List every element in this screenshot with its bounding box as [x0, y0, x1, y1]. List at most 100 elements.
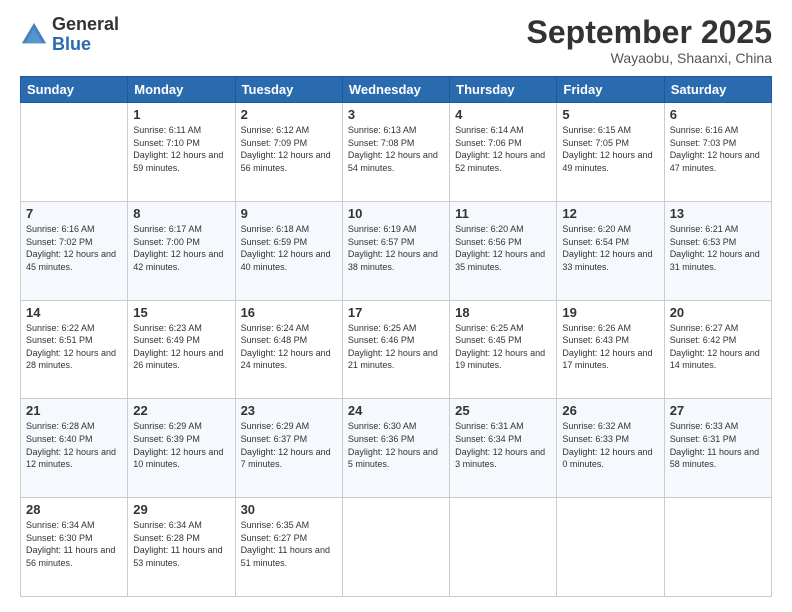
day-number: 9 — [241, 206, 337, 221]
day-info: Sunrise: 6:22 AM Sunset: 6:51 PM Dayligh… — [26, 322, 122, 372]
col-saturday: Saturday — [664, 77, 771, 103]
logo-text: General Blue — [52, 15, 119, 55]
col-friday: Friday — [557, 77, 664, 103]
calendar-cell: 10 Sunrise: 6:19 AM Sunset: 6:57 PM Dayli… — [342, 201, 449, 300]
calendar-cell: 13 Sunrise: 6:21 AM Sunset: 6:53 PM Dayli… — [664, 201, 771, 300]
calendar-header-row: Sunday Monday Tuesday Wednesday Thursday… — [21, 77, 772, 103]
calendar-cell — [450, 498, 557, 597]
header: General Blue September 2025 Wayaobu, Sha… — [20, 15, 772, 66]
calendar-cell: 15 Sunrise: 6:23 AM Sunset: 6:49 PM Dayli… — [128, 300, 235, 399]
day-number: 13 — [670, 206, 766, 221]
day-number: 25 — [455, 403, 551, 418]
day-info: Sunrise: 6:15 AM Sunset: 7:05 PM Dayligh… — [562, 124, 658, 174]
day-number: 2 — [241, 107, 337, 122]
calendar-table: Sunday Monday Tuesday Wednesday Thursday… — [20, 76, 772, 597]
calendar-cell: 14 Sunrise: 6:22 AM Sunset: 6:51 PM Dayli… — [21, 300, 128, 399]
logo-icon — [20, 21, 48, 49]
calendar-cell: 27Sunrise: 6:33 AM Sunset: 6:31 PM Dayli… — [664, 399, 771, 498]
day-info: Sunrise: 6:29 AM Sunset: 6:37 PM Dayligh… — [241, 420, 337, 470]
calendar-row-3: 14 Sunrise: 6:22 AM Sunset: 6:51 PM Dayli… — [21, 300, 772, 399]
day-number: 24 — [348, 403, 444, 418]
calendar-cell: 29 Sunrise: 6:34 AM Sunset: 6:28 PM Dayli… — [128, 498, 235, 597]
day-number: 14 — [26, 305, 122, 320]
day-info: Sunrise: 6:16 AM Sunset: 7:02 PM Dayligh… — [26, 223, 122, 273]
day-number: 1 — [133, 107, 229, 122]
day-info: Sunrise: 6:24 AM Sunset: 6:48 PM Dayligh… — [241, 322, 337, 372]
calendar-cell: 19 Sunrise: 6:26 AM Sunset: 6:43 PM Dayli… — [557, 300, 664, 399]
col-tuesday: Tuesday — [235, 77, 342, 103]
calendar-cell: 23 Sunrise: 6:29 AM Sunset: 6:37 PM Dayli… — [235, 399, 342, 498]
day-info: Sunrise: 6:23 AM Sunset: 6:49 PM Dayligh… — [133, 322, 229, 372]
day-number: 12 — [562, 206, 658, 221]
day-info: Sunrise: 6:26 AM Sunset: 6:43 PM Dayligh… — [562, 322, 658, 372]
logo-general-text: General — [52, 14, 119, 34]
calendar-cell: 18 Sunrise: 6:25 AM Sunset: 6:45 PM Dayli… — [450, 300, 557, 399]
calendar-row-2: 7 Sunrise: 6:16 AM Sunset: 7:02 PM Daylig… — [21, 201, 772, 300]
day-info: Sunrise: 6:33 AM Sunset: 6:31 PM Dayligh… — [670, 420, 766, 470]
col-monday: Monday — [128, 77, 235, 103]
day-number: 6 — [670, 107, 766, 122]
calendar-cell: 2 Sunrise: 6:12 AM Sunset: 7:09 PM Daylig… — [235, 103, 342, 202]
month-title: September 2025 — [527, 15, 772, 50]
day-info: Sunrise: 6:27 AM Sunset: 6:42 PM Dayligh… — [670, 322, 766, 372]
calendar-cell: 8 Sunrise: 6:17 AM Sunset: 7:00 PM Daylig… — [128, 201, 235, 300]
calendar-cell: 1 Sunrise: 6:11 AM Sunset: 7:10 PM Daylig… — [128, 103, 235, 202]
calendar-cell: 3Sunrise: 6:13 AM Sunset: 7:08 PM Daylig… — [342, 103, 449, 202]
calendar-cell: 17Sunrise: 6:25 AM Sunset: 6:46 PM Dayli… — [342, 300, 449, 399]
calendar-row-5: 28Sunrise: 6:34 AM Sunset: 6:30 PM Dayli… — [21, 498, 772, 597]
col-sunday: Sunday — [21, 77, 128, 103]
day-number: 3 — [348, 107, 444, 122]
day-info: Sunrise: 6:29 AM Sunset: 6:39 PM Dayligh… — [133, 420, 229, 470]
day-number: 15 — [133, 305, 229, 320]
day-info: Sunrise: 6:12 AM Sunset: 7:09 PM Dayligh… — [241, 124, 337, 174]
calendar-cell: 20 Sunrise: 6:27 AM Sunset: 6:42 PM Dayli… — [664, 300, 771, 399]
day-info: Sunrise: 6:17 AM Sunset: 7:00 PM Dayligh… — [133, 223, 229, 273]
day-number: 5 — [562, 107, 658, 122]
calendar-cell: 25Sunrise: 6:31 AM Sunset: 6:34 PM Dayli… — [450, 399, 557, 498]
day-number: 17 — [348, 305, 444, 320]
calendar-cell: 11Sunrise: 6:20 AM Sunset: 6:56 PM Dayli… — [450, 201, 557, 300]
calendar-cell — [342, 498, 449, 597]
day-number: 20 — [670, 305, 766, 320]
day-number: 19 — [562, 305, 658, 320]
day-number: 8 — [133, 206, 229, 221]
calendar-cell: 22 Sunrise: 6:29 AM Sunset: 6:39 PM Dayli… — [128, 399, 235, 498]
calendar-cell: 28Sunrise: 6:34 AM Sunset: 6:30 PM Dayli… — [21, 498, 128, 597]
day-info: Sunrise: 6:35 AM Sunset: 6:27 PM Dayligh… — [241, 519, 337, 569]
day-number: 28 — [26, 502, 122, 517]
day-info: Sunrise: 6:21 AM Sunset: 6:53 PM Dayligh… — [670, 223, 766, 273]
day-number: 22 — [133, 403, 229, 418]
calendar-cell — [21, 103, 128, 202]
calendar-cell: 16 Sunrise: 6:24 AM Sunset: 6:48 PM Dayli… — [235, 300, 342, 399]
calendar-cell — [664, 498, 771, 597]
day-number: 16 — [241, 305, 337, 320]
calendar-row-1: 1 Sunrise: 6:11 AM Sunset: 7:10 PM Daylig… — [21, 103, 772, 202]
calendar-cell: 24 Sunrise: 6:30 AM Sunset: 6:36 PM Dayli… — [342, 399, 449, 498]
calendar-cell: 21Sunrise: 6:28 AM Sunset: 6:40 PM Dayli… — [21, 399, 128, 498]
day-info: Sunrise: 6:25 AM Sunset: 6:45 PM Dayligh… — [455, 322, 551, 372]
day-info: Sunrise: 6:18 AM Sunset: 6:59 PM Dayligh… — [241, 223, 337, 273]
col-wednesday: Wednesday — [342, 77, 449, 103]
calendar-cell: 30Sunrise: 6:35 AM Sunset: 6:27 PM Dayli… — [235, 498, 342, 597]
day-number: 10 — [348, 206, 444, 221]
day-info: Sunrise: 6:19 AM Sunset: 6:57 PM Dayligh… — [348, 223, 444, 273]
day-number: 4 — [455, 107, 551, 122]
calendar-cell: 5 Sunrise: 6:15 AM Sunset: 7:05 PM Daylig… — [557, 103, 664, 202]
page: General Blue September 2025 Wayaobu, Sha… — [0, 0, 792, 612]
day-number: 7 — [26, 206, 122, 221]
day-info: Sunrise: 6:30 AM Sunset: 6:36 PM Dayligh… — [348, 420, 444, 470]
calendar-cell: 26Sunrise: 6:32 AM Sunset: 6:33 PM Dayli… — [557, 399, 664, 498]
day-info: Sunrise: 6:16 AM Sunset: 7:03 PM Dayligh… — [670, 124, 766, 174]
day-number: 18 — [455, 305, 551, 320]
day-info: Sunrise: 6:11 AM Sunset: 7:10 PM Dayligh… — [133, 124, 229, 174]
day-number: 23 — [241, 403, 337, 418]
day-info: Sunrise: 6:32 AM Sunset: 6:33 PM Dayligh… — [562, 420, 658, 470]
day-number: 29 — [133, 502, 229, 517]
day-info: Sunrise: 6:14 AM Sunset: 7:06 PM Dayligh… — [455, 124, 551, 174]
col-thursday: Thursday — [450, 77, 557, 103]
day-info: Sunrise: 6:34 AM Sunset: 6:28 PM Dayligh… — [133, 519, 229, 569]
day-info: Sunrise: 6:20 AM Sunset: 6:54 PM Dayligh… — [562, 223, 658, 273]
calendar-cell — [557, 498, 664, 597]
calendar-row-4: 21Sunrise: 6:28 AM Sunset: 6:40 PM Dayli… — [21, 399, 772, 498]
day-number: 11 — [455, 206, 551, 221]
